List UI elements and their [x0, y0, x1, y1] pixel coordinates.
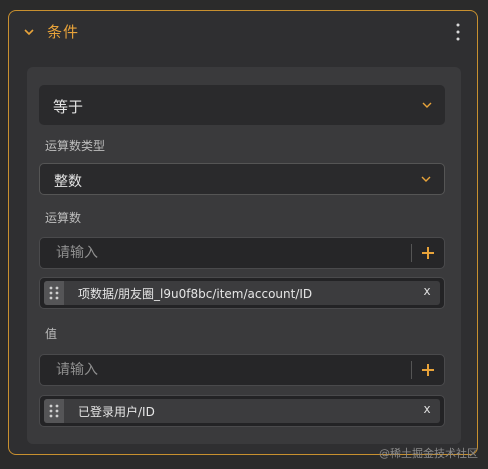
chevron-down-icon: [422, 102, 432, 108]
close-icon[interactable]: x: [420, 402, 434, 418]
operand-chip: 项数据/朋友圈_l9u0f8bc/item/account/ID x: [44, 281, 440, 305]
value-chip: 已登录用户/ID x: [44, 399, 440, 423]
condition-body: 等于 运算数类型 整数 运算数 请输入 项数据/朋友圈_l9u0f8bc/ite…: [27, 67, 461, 444]
operator-select[interactable]: 等于: [39, 85, 445, 125]
operand-type-selected-value: 整数: [54, 174, 82, 190]
value-input[interactable]: [40, 355, 410, 385]
more-vertical-icon[interactable]: [453, 21, 463, 43]
drag-handle-icon[interactable]: [44, 399, 64, 423]
panel-title: 条件: [47, 23, 80, 41]
divider: [411, 361, 412, 379]
operand-chip-row: 项数据/朋友圈_l9u0f8bc/item/account/ID x: [39, 277, 445, 309]
operand-type-select[interactable]: 整数: [39, 163, 445, 195]
condition-panel: 条件 等于 运算数类型 整数 运算数 请输入 项数据/朋友圈_l9u0f8bc/…: [8, 10, 478, 455]
divider: [411, 244, 412, 262]
operand-label: 运算数: [45, 211, 82, 225]
chevron-down-icon: [421, 176, 431, 182]
drag-handle-icon[interactable]: [44, 281, 64, 305]
chevron-down-icon[interactable]: [21, 24, 37, 40]
value-label: 值: [45, 327, 58, 341]
operand-type-label: 运算数类型: [45, 139, 106, 153]
value-chip-text: 已登录用户/ID: [78, 405, 155, 419]
value-chip-row: 已登录用户/ID x: [39, 395, 445, 427]
close-icon[interactable]: x: [420, 284, 434, 300]
watermark: @稀土掘金技术社区: [379, 447, 478, 460]
value-input-row: [39, 354, 445, 386]
operand-input-row: [39, 237, 445, 269]
plus-icon[interactable]: [420, 362, 436, 378]
operand-input[interactable]: [40, 238, 410, 268]
panel-header: 条件: [9, 11, 477, 53]
operator-selected-value: 等于: [53, 98, 84, 116]
operand-chip-text: 项数据/朋友圈_l9u0f8bc/item/account/ID: [78, 287, 313, 301]
plus-icon[interactable]: [420, 245, 436, 261]
